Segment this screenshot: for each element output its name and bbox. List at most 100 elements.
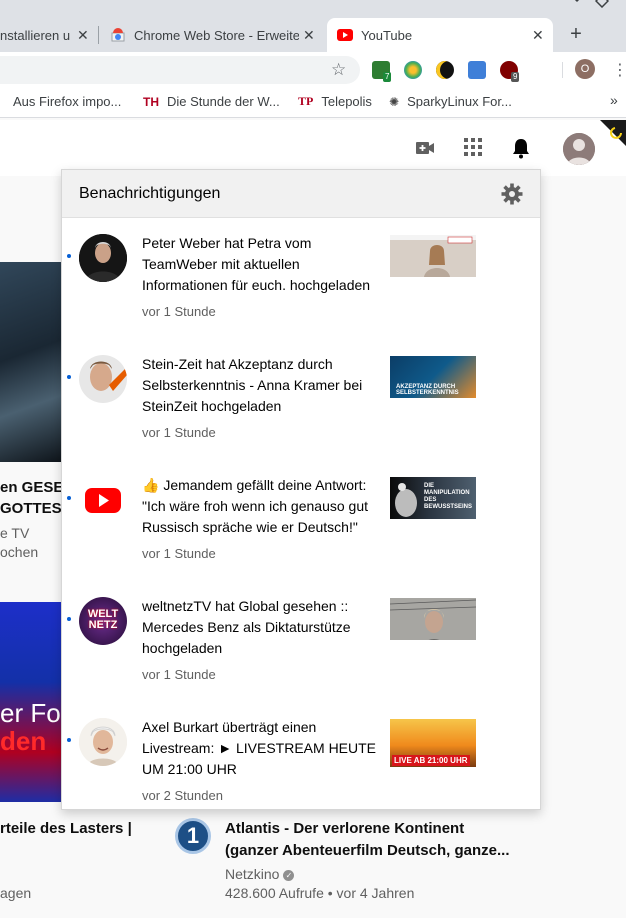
- notifications-header: Benachrichtigungen: [62, 170, 540, 218]
- youtube-header: [0, 120, 626, 176]
- sparky-icon: ✺: [389, 94, 400, 109]
- notification-thumbnail[interactable]: [390, 235, 476, 277]
- person-icon: [563, 133, 595, 165]
- bookmarks-bar: Aus Firefox impo... TH Die Stunde der W.…: [0, 88, 626, 118]
- unread-dot: [67, 496, 71, 500]
- notification-thumbnail[interactable]: AKZEPTANZ DURCH SELBSTERKENNTNIS: [390, 356, 476, 398]
- notification-time: vor 2 Stunden: [142, 788, 223, 803]
- bookmark-label: Die Stunde der W...: [167, 94, 280, 109]
- unread-dot: [67, 617, 71, 621]
- bell-icon[interactable]: [512, 138, 530, 159]
- youtube-icon: [337, 29, 353, 41]
- notification-thumbnail[interactable]: [390, 598, 476, 640]
- tp-logo-icon: TP: [298, 94, 314, 108]
- notification-text: Axel Burkart überträgt einen Livestream:…: [142, 719, 377, 777]
- gear-icon[interactable]: [501, 183, 523, 205]
- notification-thumbnail[interactable]: DIE MANIPULATION DES BEWUSSTSEINS: [390, 477, 476, 519]
- profile-avatar[interactable]: O: [575, 59, 595, 79]
- chevron-down-icon[interactable]: [570, 0, 584, 8]
- thumbnail-text: DIE MANIPULATION DES BEWUSSTSEINS: [424, 483, 473, 510]
- notification-item[interactable]: Axel Burkart überträgt einen Livestream:…: [62, 703, 540, 809]
- thumbnail-text: LIVE AB 21:00 UHR: [392, 755, 470, 766]
- unread-dot: [67, 375, 71, 379]
- extension-icon-globe[interactable]: [404, 61, 422, 79]
- unread-dot: [67, 254, 71, 258]
- person-portrait-icon: [79, 234, 127, 282]
- channel-avatar[interactable]: [79, 355, 127, 403]
- notification-item[interactable]: Stein-Zeit hat Akzeptanz durch Selbsterk…: [62, 340, 540, 461]
- channel-name[interactable]: e TV: [0, 525, 29, 541]
- tab-title: Chrome Web Store - Erweite: [134, 27, 299, 43]
- bookmark-aus-firefox[interactable]: Aus Firefox impo...: [13, 94, 121, 109]
- notification-item[interactable]: Peter Weber hat Petra vom TeamWeber mit …: [62, 219, 540, 340]
- channel-avatar[interactable]: [79, 476, 127, 524]
- tab-chrome-web-store[interactable]: Chrome Web Store - Erweite ✕: [100, 18, 322, 52]
- tab-installieren[interactable]: nstallieren u ✕: [0, 18, 96, 52]
- unread-dot: [67, 738, 71, 742]
- bookmark-stunde-der-w[interactable]: TH Die Stunde der W...: [143, 94, 280, 109]
- notification-text: Stein-Zeit hat Akzeptanz durch Selbsterk…: [142, 356, 363, 414]
- video-thumbnail-image: [390, 598, 476, 640]
- bookmarks-overflow-button[interactable]: »: [610, 92, 618, 108]
- notification-item[interactable]: 👍 Jemandem gefällt deine Antwort: "Ich w…: [62, 461, 540, 582]
- tab-separator: [98, 26, 99, 44]
- stein-zeit-logo-icon: [79, 355, 127, 403]
- video-title[interactable]: rteile des Lasters |: [0, 820, 132, 837]
- notifications-panel: Benachrichtigungen Peter Weber hat Petra…: [61, 169, 541, 810]
- bookmark-star-icon[interactable]: ☆: [331, 60, 346, 80]
- video-meta: ochen: [0, 544, 39, 560]
- video-thumbnail[interactable]: er For den: [0, 602, 62, 802]
- verified-icon: ✓: [283, 870, 295, 881]
- thumbnail-text: den: [0, 726, 47, 756]
- channel-avatar[interactable]: [79, 234, 127, 282]
- notifications-title: Benachrichtigungen: [79, 185, 221, 202]
- close-icon[interactable]: ✕: [532, 27, 544, 44]
- video-meta: 428.600 Aufrufe • vor 4 Jahren: [225, 885, 415, 901]
- toolbar-separator: [562, 62, 563, 78]
- tab-strip: nstallieren u ✕ Chrome Web Store - Erwei…: [0, 0, 626, 52]
- th-logo-icon: TH: [143, 94, 159, 109]
- thumbnail-text: AKZEPTANZ DURCH SELBSTERKENNTNIS: [396, 384, 459, 396]
- extension-badge: 9: [511, 72, 520, 82]
- new-tab-button[interactable]: +: [566, 24, 586, 44]
- bookmark-sparkylinux[interactable]: ✺ SparkyLinux For...: [389, 94, 512, 109]
- channel-avatar[interactable]: WELT NETZ: [79, 597, 127, 645]
- tab-title: nstallieren u: [0, 27, 70, 43]
- notification-text: Peter Weber hat Petra vom TeamWeber mit …: [142, 235, 371, 293]
- notification-time: vor 1 Stunde: [142, 546, 216, 561]
- extension-icon-reader[interactable]: [468, 61, 486, 79]
- channel-avatar[interactable]: 1: [175, 818, 211, 854]
- video-meta: agen: [0, 885, 32, 901]
- apps-grid-icon[interactable]: [464, 138, 482, 156]
- notification-text: weltnetzTV hat Global gesehen :: Mercede…: [142, 598, 351, 656]
- tab-title: YouTube: [361, 27, 413, 43]
- browser-toolbar: ☆ 7 9 O ⋮: [0, 52, 626, 88]
- video-title-line2[interactable]: GOTTES: [0, 500, 62, 517]
- notification-text: 👍 Jemandem gefällt deine Antwort: "Ich w…: [142, 477, 368, 535]
- bookmark-telepolis[interactable]: TP Telepolis: [298, 94, 372, 109]
- channel-name-row: Netzkino ✓: [225, 866, 295, 882]
- video-title-line2[interactable]: (ganzer Abenteuerfilm Deutsch, ganze...: [225, 842, 510, 859]
- channel-name[interactable]: Netzkino: [225, 866, 279, 882]
- thumbnail-text: er For: [0, 698, 62, 728]
- extension-badge: 7: [383, 72, 392, 82]
- create-video-icon[interactable]: [415, 138, 435, 158]
- video-title[interactable]: Atlantis - Der verlorene Kontinent: [225, 820, 464, 837]
- account-avatar[interactable]: [563, 133, 595, 165]
- restore-window-icon[interactable]: [595, 0, 609, 8]
- extension-icon-moon[interactable]: [436, 61, 454, 79]
- notification-thumbnail[interactable]: LIVE AB 21:00 UHR: [390, 719, 476, 767]
- address-bar[interactable]: [0, 56, 360, 84]
- corner-ribbon-icon: [600, 120, 626, 146]
- youtube-logo-icon: [79, 476, 127, 524]
- tab-youtube[interactable]: YouTube ✕: [327, 18, 553, 52]
- video-thumbnail[interactable]: [0, 262, 62, 462]
- avatar-text: WELT NETZ: [87, 608, 119, 631]
- notification-time: vor 1 Stunde: [142, 425, 216, 440]
- close-icon[interactable]: ✕: [303, 27, 315, 44]
- channel-avatar[interactable]: [79, 718, 127, 766]
- close-icon[interactable]: ✕: [77, 27, 89, 44]
- bookmark-label: Aus Firefox impo...: [13, 94, 122, 109]
- menu-kebab-icon[interactable]: ⋮: [612, 60, 626, 80]
- notification-item[interactable]: WELT NETZ weltnetzTV hat Global gesehen …: [62, 582, 540, 703]
